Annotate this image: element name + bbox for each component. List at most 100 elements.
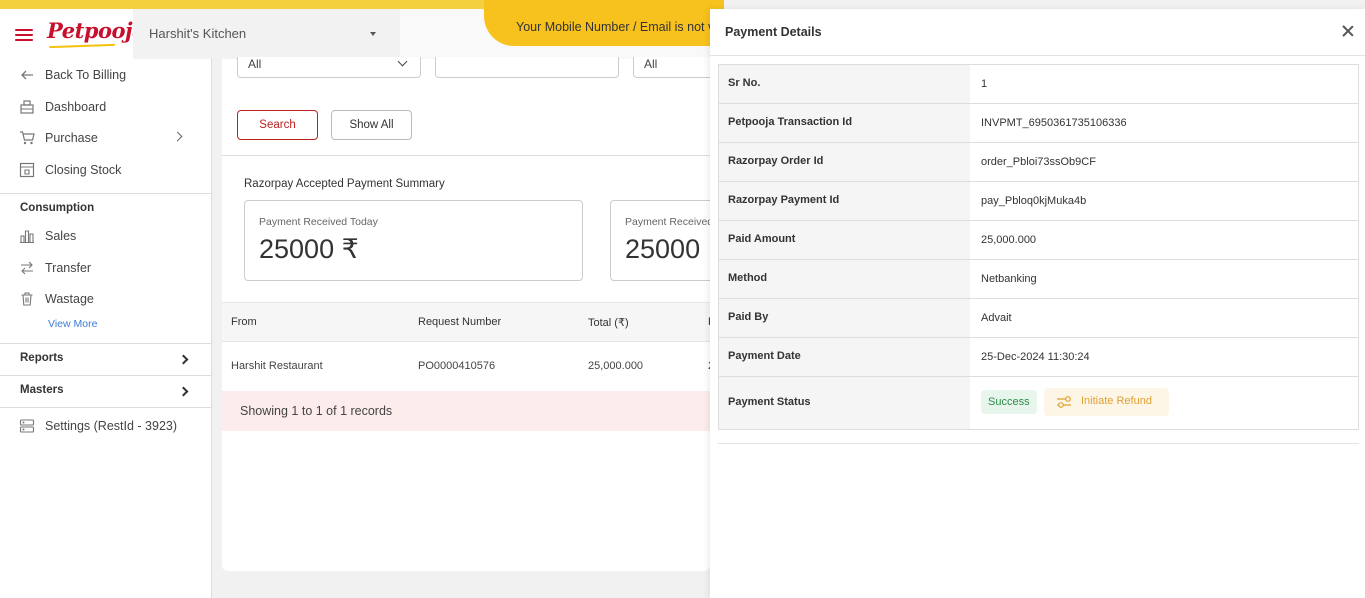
bar-chart-icon <box>20 230 34 244</box>
table-cell: Harshit Restaurant <box>231 360 323 372</box>
filter-select-1[interactable]: All <box>237 56 421 78</box>
trash-icon <box>21 292 33 306</box>
filter-value: All <box>644 57 658 71</box>
detail-row: Payment Date 25-Dec-2024 11:30:24 <box>719 338 1358 377</box>
sidebar-item-sales[interactable]: Sales <box>0 221 212 249</box>
chevron-right-icon <box>172 131 183 142</box>
dashboard-icon <box>20 100 34 114</box>
detail-key: Paid Amount <box>728 233 796 245</box>
chevron-right-icon <box>178 354 189 365</box>
reports-heading: Reports <box>20 352 64 364</box>
refund-label: Initiate Refund <box>1081 395 1152 407</box>
detail-key: Sr No. <box>728 77 761 89</box>
table-cell: 25,000.000 <box>588 360 644 372</box>
detail-key: Razorpay Payment Id <box>728 194 840 206</box>
detail-value: 25-Dec-2024 11:30:24 <box>981 351 1090 363</box>
sidebar-divider <box>0 193 212 194</box>
sidebar-item-back-to-billing[interactable]: Back To Billing <box>0 60 212 88</box>
sidebar-item-label: Purchase <box>45 131 98 145</box>
sidebar-item-settings[interactable]: Settings (RestId - 3923) <box>0 411 212 439</box>
detail-key: Petpooja Transaction Id <box>728 116 853 128</box>
sidebar-item-label: Sales <box>45 229 77 243</box>
sidebar-item-closing-stock[interactable]: Closing Stock <box>0 155 212 183</box>
settings-icon <box>19 419 35 433</box>
detail-row: Razorpay Payment Id pay_Pbloq0kjMuka4b <box>719 182 1358 221</box>
detail-value: Netbanking <box>981 273 1037 285</box>
detail-row: Paid By Advait <box>719 299 1358 338</box>
view-more-link[interactable]: View More <box>48 318 97 330</box>
sidebar-item-label: Transfer <box>45 261 92 275</box>
table-header: From Request Number Total (₹) P <box>222 302 715 342</box>
drawer-divider <box>710 55 1365 56</box>
transfer-icon <box>21 261 33 275</box>
main-divider <box>222 155 710 156</box>
main-panel: All All Search Show All Razorpay Accepte… <box>222 56 733 571</box>
records-summary: Showing 1 to 1 of 1 records <box>222 391 710 431</box>
detail-key: Method <box>728 272 768 284</box>
sidebar-item-transfer[interactable]: Transfer <box>0 253 212 281</box>
sidebar-item-purchase[interactable]: Purchase <box>0 123 212 151</box>
outlet-name: Harshit's Kitchen <box>149 26 247 41</box>
sidebar-item-label: Settings (RestId - 3923) <box>45 419 178 433</box>
sidebar-item-wastage[interactable]: Wastage <box>0 284 212 312</box>
sidebar-item-label: Wastage <box>45 292 94 306</box>
detail-row: Method Netbanking <box>719 260 1358 299</box>
close-icon[interactable] <box>1340 23 1356 39</box>
outlet-select[interactable]: Harshit's Kitchen <box>133 9 400 59</box>
masters-heading: Masters <box>20 384 64 396</box>
detail-row: Sr No. 1 <box>719 65 1358 104</box>
initiate-refund-button[interactable]: Initiate Refund <box>1044 388 1169 416</box>
detail-key: Payment Date <box>728 350 801 362</box>
sidebar-item-label: Back To Billing <box>45 68 127 82</box>
brand-logo: Petpooja <box>47 18 146 43</box>
notice-text: Your Mobile Number / Email is not verifi… <box>516 20 724 34</box>
show-all-button[interactable]: Show All <box>331 110 412 140</box>
chevron-down-icon <box>397 56 408 67</box>
status-badge: Success <box>981 390 1037 414</box>
detail-key: Paid By <box>728 311 769 323</box>
filter-value: All <box>248 57 262 71</box>
payment-details-drawer: Payment Details Sr No. 1 Petpooja Transa… <box>710 9 1365 598</box>
detail-row: Petpooja Transaction Id INVPMT_695036173… <box>719 104 1358 143</box>
search-button[interactable]: Search <box>237 110 318 140</box>
detail-value: order_Pbloi73ssOb9CF <box>981 156 1096 168</box>
filter-input-2[interactable] <box>435 57 619 78</box>
caret-down-icon <box>370 32 376 36</box>
sidebar-item-label: Dashboard <box>45 100 107 114</box>
closing-stock-icon <box>19 162 35 178</box>
card-value: 25000 ₹ <box>259 234 359 264</box>
card-caption: Payment Received Today <box>259 216 378 228</box>
chevron-right-icon <box>178 386 189 397</box>
drawer-divider <box>718 443 1359 444</box>
detail-row-status: Payment Status Success Initiate Refund <box>719 377 1358 429</box>
brand-area: Petpooja <box>0 9 146 59</box>
detail-value: 25,000.000 <box>981 234 1037 246</box>
detail-key: Razorpay Order Id <box>728 155 824 167</box>
sidebar-divider <box>0 407 212 408</box>
consumption-heading: Consumption <box>20 202 95 214</box>
column-header: From <box>231 316 257 328</box>
summary-card-today: Payment Received Today 25000 ₹ <box>244 200 583 281</box>
payment-details-table: Sr No. 1 Petpooja Transaction Id INVPMT_… <box>718 64 1359 430</box>
card-value: 25000 <box>625 234 701 264</box>
detail-value: 1 <box>981 78 988 90</box>
summary-title: Razorpay Accepted Payment Summary <box>244 178 445 190</box>
arrow-left-icon <box>21 70 33 80</box>
app-header: Petpooja Harshit's Kitchen Your Mobile N… <box>0 0 724 59</box>
detail-value: Advait <box>981 312 1012 324</box>
table-cell: PO0000410576 <box>418 360 496 372</box>
records-text: Showing 1 to 1 of 1 records <box>240 404 393 418</box>
sidebar-divider <box>0 375 212 376</box>
drawer-title: Payment Details <box>725 25 822 39</box>
sidebar-item-label: Closing Stock <box>45 163 122 177</box>
sidebar: Back To Billing Dashboard Purchase Closi… <box>0 59 212 598</box>
verification-notice[interactable]: Your Mobile Number / Email is not verifi… <box>484 0 724 46</box>
sidebar-divider <box>0 343 212 344</box>
detail-row: Paid Amount 25,000.000 <box>719 221 1358 260</box>
detail-value: INVPMT_6950361735106336 <box>981 117 1127 129</box>
sidebar-item-dashboard[interactable]: Dashboard <box>0 92 212 120</box>
column-header: Total (₹) <box>588 317 629 329</box>
hamburger-menu-icon[interactable] <box>15 29 33 41</box>
column-header: Request Number <box>418 316 502 328</box>
refund-icon <box>1057 396 1071 408</box>
